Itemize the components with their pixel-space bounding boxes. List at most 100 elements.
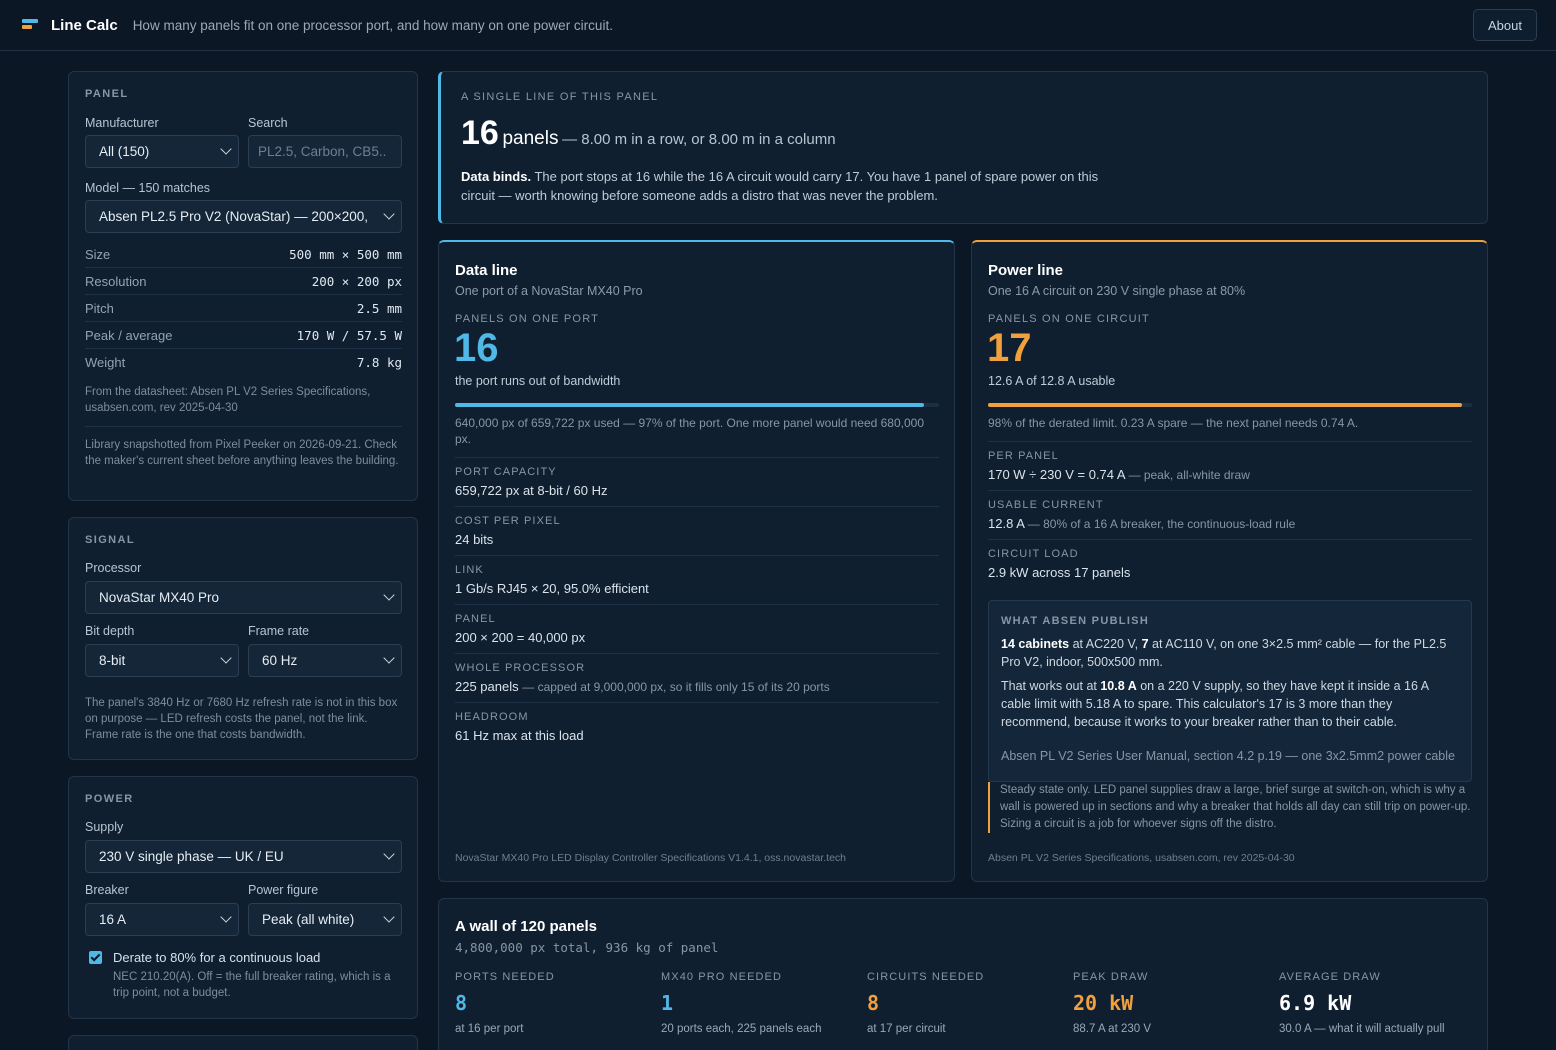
power-line-eyebrow: PANELS ON ONE CIRCUIT [988, 313, 1150, 325]
app-name: Line Calc [51, 16, 118, 34]
power-section-title: POWER [85, 793, 134, 805]
derate-label[interactable]: Derate to 80% for a continuous load [113, 950, 320, 965]
spec-row: Weight 7.8 kg [85, 355, 402, 370]
stat-circuits-needed: CIRCUITS NEEDED 8 at 17 per circuit [867, 971, 1067, 1035]
chevron-down-icon [383, 589, 395, 601]
manufacturer-select[interactable]: All (150) [85, 135, 239, 168]
power-line-title: Power line [988, 262, 1064, 279]
power-row-per-panel: PER PANEL 170 W ÷ 230 V = 0.74 A — peak,… [988, 441, 1472, 482]
panel-card: PANEL Manufacturer All (150) Search PL2.… [68, 71, 418, 501]
bit-depth-label: Bit depth [85, 624, 135, 638]
stat-peak-draw: PEAK DRAW 20 kW 88.7 A at 230 V [1073, 971, 1273, 1035]
app-tagline: How many panels fit on one processor por… [132, 17, 613, 33]
frame-rate-value: 60 Hz [262, 653, 298, 668]
chevron-down-icon [383, 911, 395, 923]
breaker-select[interactable]: 16 A [85, 903, 239, 936]
circuit-limit-note: 98% of the derated limit. 0.23 A spare —… [988, 416, 1359, 430]
chevron-down-icon [383, 848, 395, 860]
panel-section-title: PANEL [85, 88, 129, 100]
chevron-down-icon [383, 652, 395, 664]
data-line-subtitle: One port of a NovaStar MX40 Pro [455, 284, 643, 298]
spec-row: Resolution 200 × 200 px [85, 268, 402, 295]
panels-per-circuit: 17 [987, 326, 1032, 370]
publish-paragraph-2: That works out at 10.8 A on a 220 V supp… [1001, 679, 1429, 729]
spec-row: Peak / average 170 W / 57.5 W [85, 322, 402, 349]
data-row-link: LINK 1 Gb/s RJ45 × 20, 95.0% efficient [455, 555, 939, 596]
power-line-subtitle: One 16 A circuit on 230 V single phase a… [988, 284, 1246, 298]
data-row-whole-processor: WHOLE PROCESSOR 225 panels — capped at 9… [455, 653, 939, 694]
app-logo-icon [22, 18, 38, 32]
data-line-panel: Data line One port of a NovaStar MX40 Pr… [438, 240, 955, 882]
frame-rate-select[interactable]: 60 Hz [248, 644, 402, 677]
power-line-source: Absen PL V2 Series Specifications, usabs… [988, 852, 1295, 864]
frame-rate-label: Frame rate [248, 624, 310, 638]
processor-select[interactable]: NovaStar MX40 Pro [85, 581, 402, 614]
next-card [68, 1035, 418, 1050]
stat-value: 20 kW [1073, 991, 1134, 1015]
publish-source: Absen PL V2 Series User Manual, section … [1001, 749, 1455, 763]
data-row-headroom: HEADROOM 61 Hz max at this load [455, 702, 939, 743]
data-line-eyebrow: PANELS ON ONE PORT [455, 313, 600, 325]
model-label: Model — 150 matches [85, 181, 211, 195]
supply-value: 230 V single phase — UK / EU [99, 849, 284, 864]
data-row-panel: PANEL 200 × 200 = 40,000 px [455, 604, 939, 645]
port-usage-note: 640,000 px of 659,722 px used — 97% of t… [455, 416, 925, 446]
search-placeholder: PL2.5, Carbon, CB5.. [258, 144, 387, 159]
circuit-usage-note: 12.6 A of 12.8 A usable [988, 374, 1116, 388]
search-input[interactable]: PL2.5, Carbon, CB5.. [248, 135, 402, 168]
stat-value: 6.9 kW [1279, 991, 1352, 1015]
data-row-cost-per-pixel: COST PER PIXEL 24 bits [455, 506, 939, 547]
breaker-label: Breaker [85, 883, 129, 897]
hero-unit: panels [502, 128, 559, 149]
power-figure-value: Peak (all white) [262, 912, 355, 927]
wall-summary: A wall of 120 panels 4,800,000 px total,… [438, 898, 1488, 1050]
power-figure-label: Power figure [248, 883, 319, 897]
single-line-summary: A SINGLE LINE OF THIS PANEL 16 panels — … [438, 71, 1488, 224]
power-line-panel: Power line One 16 A circuit on 230 V sin… [971, 240, 1488, 882]
spec-row: Pitch 2.5 mm [85, 295, 402, 322]
breaker-value: 16 A [99, 912, 127, 927]
port-limit-note: the port runs out of bandwidth [455, 374, 621, 388]
port-usage-fill [455, 403, 925, 407]
about-button[interactable]: About [1473, 9, 1537, 41]
processor-value: NovaStar MX40 Pro [99, 590, 220, 605]
chevron-down-icon [383, 208, 395, 220]
hero-body-text: The port stops at 16 while the 16 A circ… [461, 169, 1099, 203]
hero-headline: 16 panels — 8.00 m in a row, or 8.00 m i… [461, 114, 836, 153]
wall-title: A wall of 120 panels [455, 918, 597, 935]
supply-select[interactable]: 230 V single phase — UK / EU [85, 840, 402, 873]
library-note: Library snapshotted from Pixel Peeker on… [85, 426, 402, 469]
processor-label: Processor [85, 561, 142, 575]
model-select[interactable]: Absen PL2.5 Pro V2 (NovaStar) — 200×200,… [85, 200, 402, 233]
spec-row: Size 500 mm × 500 mm [85, 241, 402, 268]
stat-ports-needed: PORTS NEEDED 8 at 16 per port [455, 971, 655, 1035]
circuit-usage-bar [988, 403, 1472, 407]
power-figure-select[interactable]: Peak (all white) [248, 903, 402, 936]
power-row-usable-current: USABLE CURRENT 12.8 A — 80% of a 16 A br… [988, 490, 1472, 531]
data-line-title: Data line [455, 262, 518, 279]
search-label: Search [248, 116, 288, 130]
inrush-caution-note: Steady state only. LED panel supplies dr… [988, 782, 1472, 833]
hero-body: Data binds. The port stops at 16 while t… [461, 167, 1101, 205]
signal-card: SIGNAL Processor NovaStar MX40 Pro Bit d… [68, 517, 418, 760]
bit-depth-value: 8-bit [99, 653, 126, 668]
chevron-down-icon [220, 143, 232, 155]
manufacturer-value: All (150) [99, 144, 150, 159]
hero-lead: Data binds. [461, 169, 532, 184]
stat-value: 8 [455, 991, 468, 1015]
panels-per-port: 16 [454, 326, 499, 370]
publish-paragraph-1: 14 cabinets at AC220 V, 7 at AC110 V, on… [1001, 637, 1447, 669]
chevron-down-icon [220, 652, 232, 664]
stat-value: 8 [867, 991, 880, 1015]
top-bar: Line Calc How many panels fit on one pro… [0, 0, 1556, 51]
data-line-source: NovaStar MX40 Pro LED Display Controller… [455, 852, 847, 864]
bit-depth-select[interactable]: 8-bit [85, 644, 239, 677]
signal-section-title: SIGNAL [85, 534, 135, 546]
derate-checkbox[interactable] [89, 951, 102, 964]
power-card: POWER Supply 230 V single phase — UK / E… [68, 776, 418, 1019]
hero-eyebrow: A SINGLE LINE OF THIS PANEL [461, 91, 659, 103]
chevron-down-icon [220, 911, 232, 923]
port-usage-bar [455, 403, 939, 407]
hero-count: 16 [461, 114, 499, 152]
publish-eyebrow: WHAT ABSEN PUBLISH [1001, 615, 1150, 627]
